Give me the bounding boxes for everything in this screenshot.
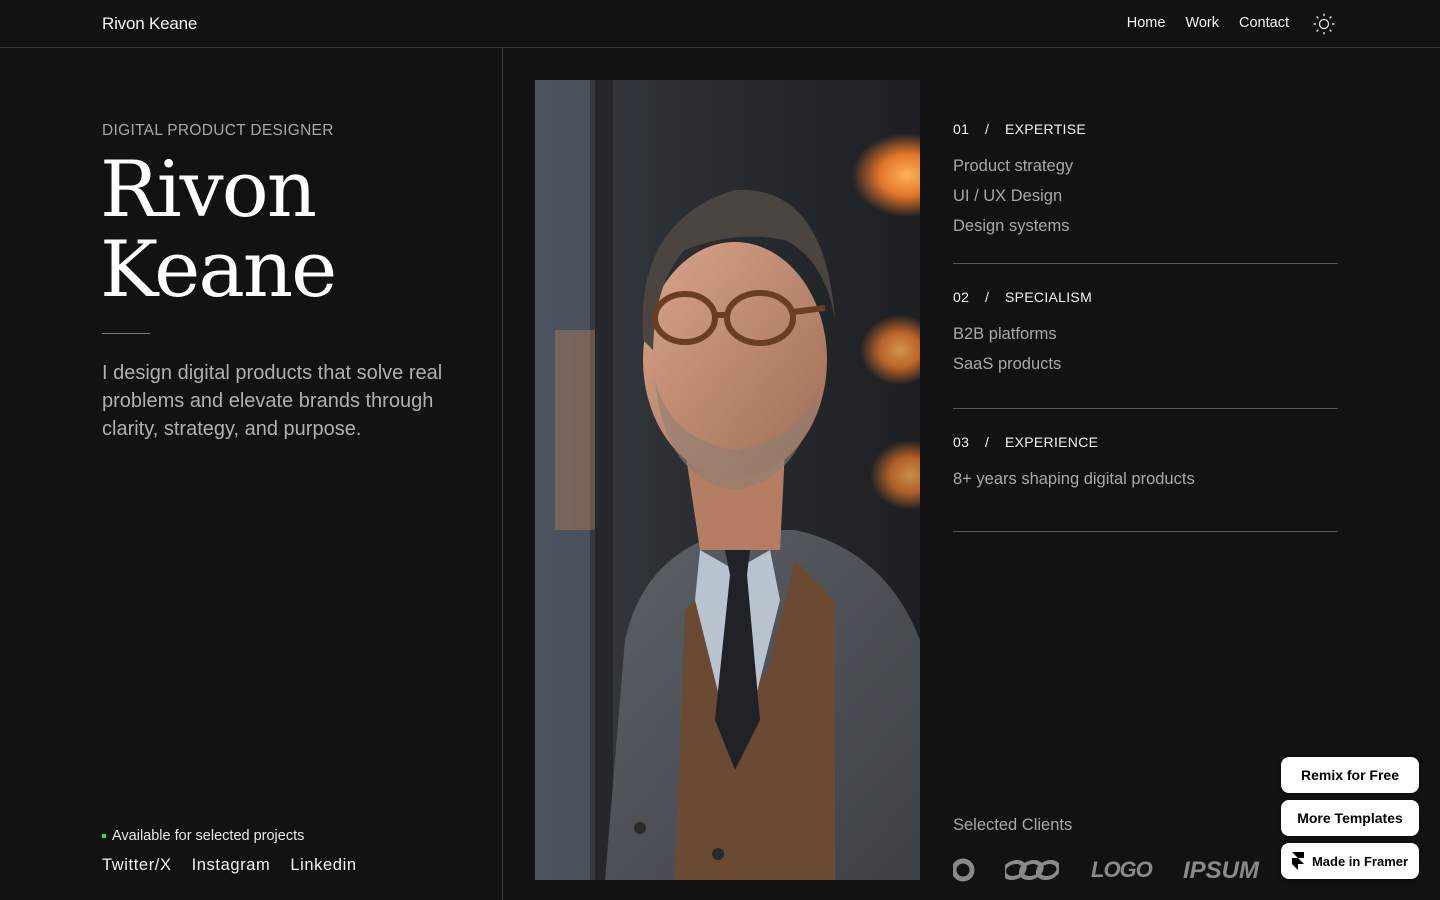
made-in-framer-button[interactable]: Made in Framer — [1281, 843, 1419, 879]
intro-text: I design digital products that solve rea… — [102, 362, 443, 440]
section-specialism: 02 / SPECIALISM B2B platforms SaaS produ… — [953, 289, 1338, 379]
infinity-logo-icon — [1005, 860, 1059, 880]
section-title: SPECIALISM — [1005, 289, 1093, 305]
section-heading: 03 / EXPERIENCE — [953, 434, 1338, 450]
section-divider — [953, 408, 1338, 409]
more-templates-button[interactable]: More Templates — [1281, 800, 1419, 836]
client-logos: LOGO IPSUM — [953, 856, 1333, 884]
ipsum-wordmark: IPSUM — [1183, 857, 1260, 884]
nav-contact[interactable]: Contact — [1239, 15, 1289, 31]
clients-label: Selected Clients — [953, 816, 1073, 834]
sun-icon[interactable] — [1312, 12, 1336, 36]
section-number: 03 — [953, 434, 970, 450]
section-divider — [953, 263, 1338, 264]
framer-icon — [1291, 852, 1304, 870]
list-item: B2B platforms — [953, 325, 1057, 343]
section-divider — [953, 531, 1338, 532]
hero-name: Rivon Keane — [100, 145, 337, 315]
social-links: Twitter/X Instagram Linkedin — [102, 856, 357, 875]
brand-name[interactable]: Rivon Keane — [102, 14, 197, 34]
social-instagram-link[interactable]: Instagram — [192, 856, 271, 875]
section-title: EXPERIENCE — [1005, 434, 1099, 450]
circle-logo-icon — [953, 858, 975, 882]
nav-work[interactable]: Work — [1185, 15, 1219, 31]
section-number: 02 — [953, 289, 970, 305]
nav-home[interactable]: Home — [1127, 15, 1166, 31]
top-bar: Rivon Keane Home Work Contact — [0, 0, 1440, 48]
hero-last-name: Keane — [100, 225, 337, 315]
list-item: Product strategy — [953, 157, 1074, 175]
list-item: 8+ years shaping digital products — [953, 470, 1195, 488]
remix-button[interactable]: Remix for Free — [1281, 757, 1419, 793]
section-items: Product strategy UI / UX Design Design s… — [953, 151, 1338, 241]
section-items: 8+ years shaping digital products — [953, 464, 1338, 494]
section-items: B2B platforms SaaS products — [953, 319, 1338, 379]
section-slash: / — [985, 434, 990, 450]
section-title: EXPERTISE — [1005, 121, 1087, 137]
section-heading: 01 / EXPERTISE — [953, 121, 1338, 137]
list-item: Design systems — [953, 217, 1070, 235]
section-slash: / — [985, 121, 990, 137]
section-expertise: 01 / EXPERTISE Product strategy UI / UX … — [953, 121, 1338, 241]
logo-wordmark: LOGO — [1091, 857, 1153, 882]
column-divider — [502, 48, 503, 900]
availability-status: Available for selected projects — [102, 828, 304, 844]
list-item: SaaS products — [953, 355, 1062, 373]
social-twitter-link[interactable]: Twitter/X — [102, 856, 172, 875]
section-heading: 02 / SPECIALISM — [953, 289, 1338, 305]
made-in-framer-label: Made in Framer — [1311, 853, 1409, 869]
social-linkedin-link[interactable]: Linkedin — [290, 856, 356, 875]
main-nav: Home Work Contact — [1127, 15, 1289, 31]
section-slash: / — [985, 289, 990, 305]
section-number: 01 — [953, 121, 970, 137]
divider — [102, 333, 150, 334]
availability-text: Available for selected projects — [112, 828, 305, 844]
list-item: UI / UX Design — [953, 187, 1063, 205]
role-label: DIGITAL PRODUCT DESIGNER — [102, 122, 334, 139]
section-experience: 03 / EXPERIENCE 8+ years shaping digital… — [953, 434, 1338, 494]
portrait-photo — [535, 80, 920, 880]
hero-first-name: Rivon — [100, 145, 317, 235]
status-dot-icon — [102, 834, 106, 838]
